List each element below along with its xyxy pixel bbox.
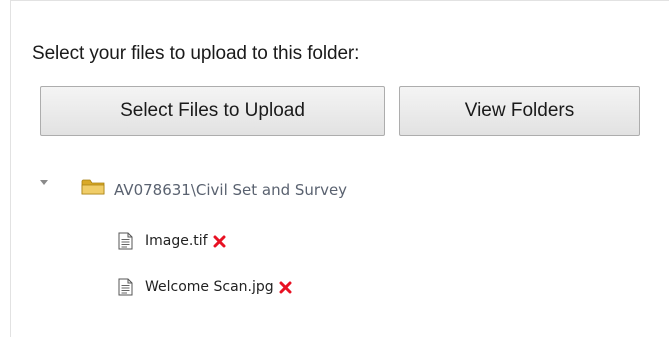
expand-caret-icon[interactable] <box>40 180 48 185</box>
file-icon <box>118 278 133 296</box>
folder-name[interactable]: AV078631\Civil Set and Survey <box>114 181 347 199</box>
file-name[interactable]: Image.tif <box>145 233 208 249</box>
file-name[interactable]: Welcome Scan.jpg <box>145 279 274 295</box>
file-item: Welcome Scan.jpg <box>118 276 292 298</box>
remove-icon[interactable] <box>279 281 292 294</box>
remove-icon[interactable] <box>213 235 226 248</box>
folder-icon <box>81 179 105 195</box>
file-item: Image.tif <box>118 230 226 252</box>
file-icon <box>118 232 133 250</box>
folder-tree: AV078631\Civil Set and Survey Image.tif … <box>0 0 669 337</box>
